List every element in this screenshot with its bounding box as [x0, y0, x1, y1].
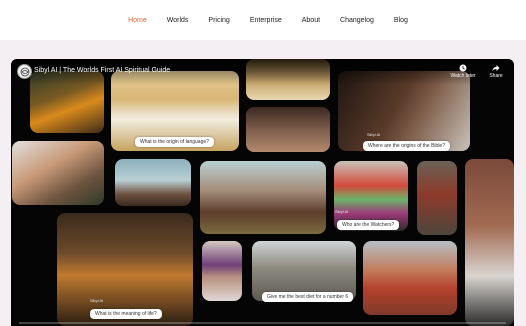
caption-meaning-of-life: What is the meaning of life?: [90, 309, 162, 319]
nav-about-link[interactable]: About: [292, 17, 330, 24]
video-tile-woman-meditating: [200, 161, 326, 234]
video-tile-man-sky: [115, 159, 191, 206]
video-tile-figure-red: [417, 161, 457, 235]
channel-logo-icon[interactable]: [17, 64, 32, 79]
video-tile-building: [465, 159, 514, 326]
nav-enterprise-link[interactable]: Enterprise: [240, 17, 292, 24]
video-progress-bar[interactable]: [19, 322, 506, 324]
nav-blog-link[interactable]: Blog: [384, 17, 418, 24]
watch-later-button[interactable]: Watch later: [450, 64, 476, 84]
video-tile-hijab-woman: [202, 241, 242, 301]
video-tile-kneeling-prayer: [246, 107, 330, 152]
nav-worlds-link[interactable]: Worlds: [157, 17, 199, 24]
nav-home-link[interactable]: Home: [118, 17, 157, 24]
video-player[interactable]: Sibyl AI Sibyl AI Sibyl AI What is the o…: [11, 59, 514, 326]
caption-origin-of-language: What is the origin of language?: [135, 137, 214, 147]
caption-who-are-watchers: Who are the Watchers?: [337, 220, 400, 230]
video-tile-kufi-man: [12, 141, 104, 205]
top-navigation-bar: Home Worlds Pricing Enterprise About Cha…: [0, 0, 526, 40]
nav-pricing-link[interactable]: Pricing: [198, 17, 239, 24]
caption-origins-of-bible: Where are the origins of the Bible?: [363, 141, 450, 151]
nav-changelog-link[interactable]: Changelog: [330, 17, 384, 24]
share-button[interactable]: Share: [483, 64, 509, 84]
sibyl-tag: Sibyl AI: [90, 298, 104, 303]
clock-icon: [459, 64, 467, 72]
main-nav: Home Worlds Pricing Enterprise About Cha…: [118, 17, 418, 24]
caption-best-diet: Give me the best diet for a number 6: [262, 292, 354, 302]
video-tile-celebration: [363, 241, 457, 315]
share-icon: [492, 65, 500, 71]
sibyl-tag: Sibyl AI: [367, 132, 381, 137]
share-label: Share: [489, 73, 503, 79]
watch-later-label: Watch later: [450, 73, 476, 79]
video-title[interactable]: Sibyl AI | The Worlds First AI Spiritual…: [34, 67, 170, 74]
sibyl-tag: Sibyl AI: [335, 209, 349, 214]
